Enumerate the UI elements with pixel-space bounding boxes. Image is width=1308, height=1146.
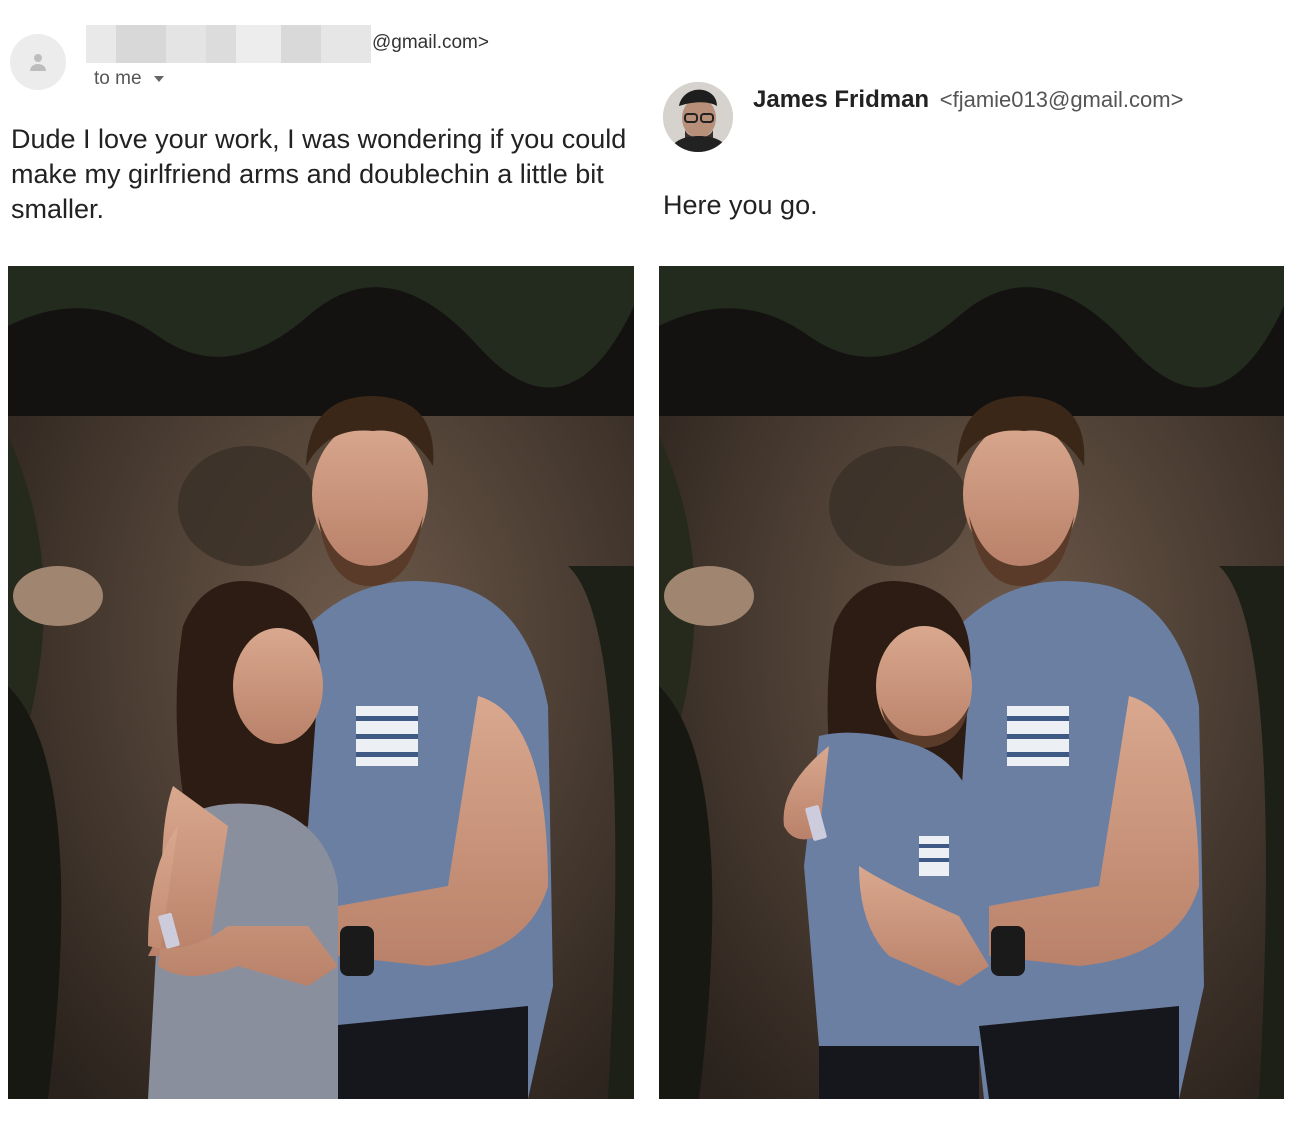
reply-message: Here you go. [663,190,818,220]
recipient-label: to me [94,68,142,89]
avatar[interactable] [663,82,733,152]
recipient-dropdown[interactable]: to me [94,68,164,90]
sender-address: <fjamie013@gmail.com> [939,87,1184,112]
sender-avatar[interactable] [10,34,66,90]
edited-photo [659,266,1284,1099]
message-body: Dude I love your work, I was wondering i… [11,124,627,224]
caret-down-icon [153,76,164,82]
sender-name: James Fridman [753,86,930,113]
person-icon [30,54,46,71]
redacted-sender-name [86,25,371,63]
reply-sender: James Fridman <fjamie013@gmail.com> [753,86,1183,114]
sender-email: @gmail.com> [372,32,489,53]
original-photo [8,266,634,1099]
